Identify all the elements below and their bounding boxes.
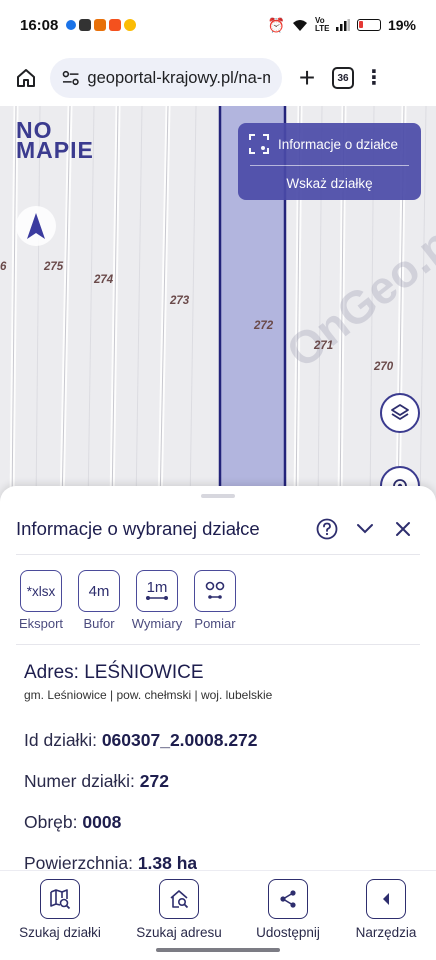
signal-icon [335,19,350,31]
emoji-icon [124,19,137,31]
messenger-icon [66,20,77,30]
house-search-icon [159,879,199,919]
divider [16,644,420,645]
battery-level: 19% [387,17,416,33]
measure-icon [194,570,236,612]
status-right: ⏰ Vo LTE 19% [268,17,416,34]
logo-line2: MAPIE [16,137,94,163]
nav-label: Szukaj działki [19,925,101,940]
app-icon [109,19,122,31]
parcel-info-panel: Informacje o działce Wskaż działkę [238,123,421,200]
site-settings-icon[interactable] [62,70,79,86]
tool-row: *xlsx Eksport 4m Bufor 1m Wymiary Pomiar [16,570,240,631]
parcel-info-button[interactable]: Informacje o działce [238,123,421,165]
field-label: Powierzchnia: [24,853,138,869]
bottom-navigation: Szukaj działki Szukaj adresu Udostępnij … [0,870,436,960]
parcel-info-label: Informacje o działce [278,136,399,152]
buffer-button[interactable]: 4m Bufor [74,570,124,631]
app-icon [94,19,107,31]
field-label: Obręb: [24,812,83,832]
parcel-address: Adres: LEŚNIOWICE [24,662,204,683]
gesture-bar[interactable] [156,948,280,952]
search-address-button[interactable]: Szukaj adresu [124,879,234,940]
parcel-label: 272 [254,320,274,332]
field-value: 1.38 ha [137,853,198,869]
sheet-title: Informacje o wybranej działce [16,518,260,539]
parcel-label: 6 [0,261,7,273]
close-button[interactable] [386,514,420,544]
sheet-header: Informacje o wybranej działce [0,504,436,554]
tool-label: Bufor [83,616,115,631]
close-icon [396,522,410,536]
dimensions-button[interactable]: 1m Wymiary [132,570,182,631]
share-button[interactable]: Udostępnij [233,879,343,940]
field-label: Id działki: [24,730,102,750]
nomapie-logo[interactable]: NO MAPIE [16,119,94,163]
field-value: 272 [139,771,169,791]
field-value: 0008 [82,812,122,832]
nav-label: Szukaj adresu [136,925,222,940]
nav-label: Udostępnij [256,925,320,940]
field-label: Numer działki: [24,771,140,791]
nav-label: Narzędzia [355,925,417,940]
browser-menu-button[interactable]: ⋮ [364,68,384,88]
url-text: geoportal-krajowy.pl/na-m [87,68,270,87]
home-icon [17,69,35,87]
collapse-button[interactable] [348,514,382,544]
mail-icon [79,19,92,31]
divider [16,554,420,555]
measure-button[interactable]: Pomiar [190,570,240,631]
buffer-icon: 4m [78,570,120,612]
administrative-units: gm. Leśniowice | pow. chełmski | woj. lu… [24,688,273,702]
layers-button[interactable] [380,393,420,433]
parcel-label: 275 [44,261,64,273]
tool-label: Wymiary [131,616,183,631]
export-button[interactable]: *xlsx Eksport [16,570,66,631]
browser-toolbar: geoportal-krajowy.pl/na-m + 36 ⋮ [0,50,436,106]
parcel-id-row: Id działki: 060307_2.0008.272 [24,730,258,751]
help-button[interactable] [310,514,344,544]
help-icon [316,518,338,540]
ruler-line-icon [146,596,168,600]
home-button[interactable] [12,64,40,92]
network-label: Vo LTE [314,16,330,33]
tool-label: Pomiar [194,616,236,631]
new-tab-button[interactable]: + [292,64,322,92]
compass-button[interactable] [16,206,56,246]
tools-button[interactable]: Narzędzia [331,879,436,940]
precinct-row: Obręb: 0008 [24,812,121,833]
route-pin-icon [205,581,225,599]
dimensions-value: 1m [146,579,168,596]
parcel-label: 271 [314,340,334,352]
layers-icon [391,404,409,420]
select-area-icon [249,134,269,154]
address-bar[interactable]: geoportal-krajowy.pl/na-m [50,58,282,98]
notification-icons [66,19,137,31]
field-value: 060307_2.0008.272 [101,730,258,750]
parcel-label: 274 [94,274,114,286]
search-parcel-button[interactable]: Szukaj działki [5,879,115,940]
export-icon: *xlsx [20,570,62,612]
north-arrow-icon [27,213,45,239]
chevron-down-icon [357,524,373,534]
status-time: 16:08 [20,16,59,34]
tab-switcher-button[interactable]: 36 [332,67,354,89]
tool-label: Eksport [18,616,64,631]
parcel-label: 270 [374,361,394,373]
battery-icon [356,19,381,31]
alarm-icon: ⏰ [267,16,285,33]
map-canvas[interactable]: OnGeo.pl 6 275 274 273 272 271 270 NO MA… [0,106,436,506]
area-row: Powierzchnia: 1.38 ha [24,853,197,869]
wifi-icon [292,20,307,31]
share-icon [268,879,308,919]
parcel-number-row: Numer działki: 272 [24,771,169,792]
chevron-left-icon [366,879,406,919]
sheet-drag-handle[interactable] [201,494,235,498]
parcel-label: 273 [170,295,190,307]
status-bar: 16:08 ⏰ Vo LTE 19% [0,0,436,50]
map-search-icon [40,879,80,919]
dimensions-icon: 1m [136,570,178,612]
point-parcel-button[interactable]: Wskaż działkę [238,166,421,200]
